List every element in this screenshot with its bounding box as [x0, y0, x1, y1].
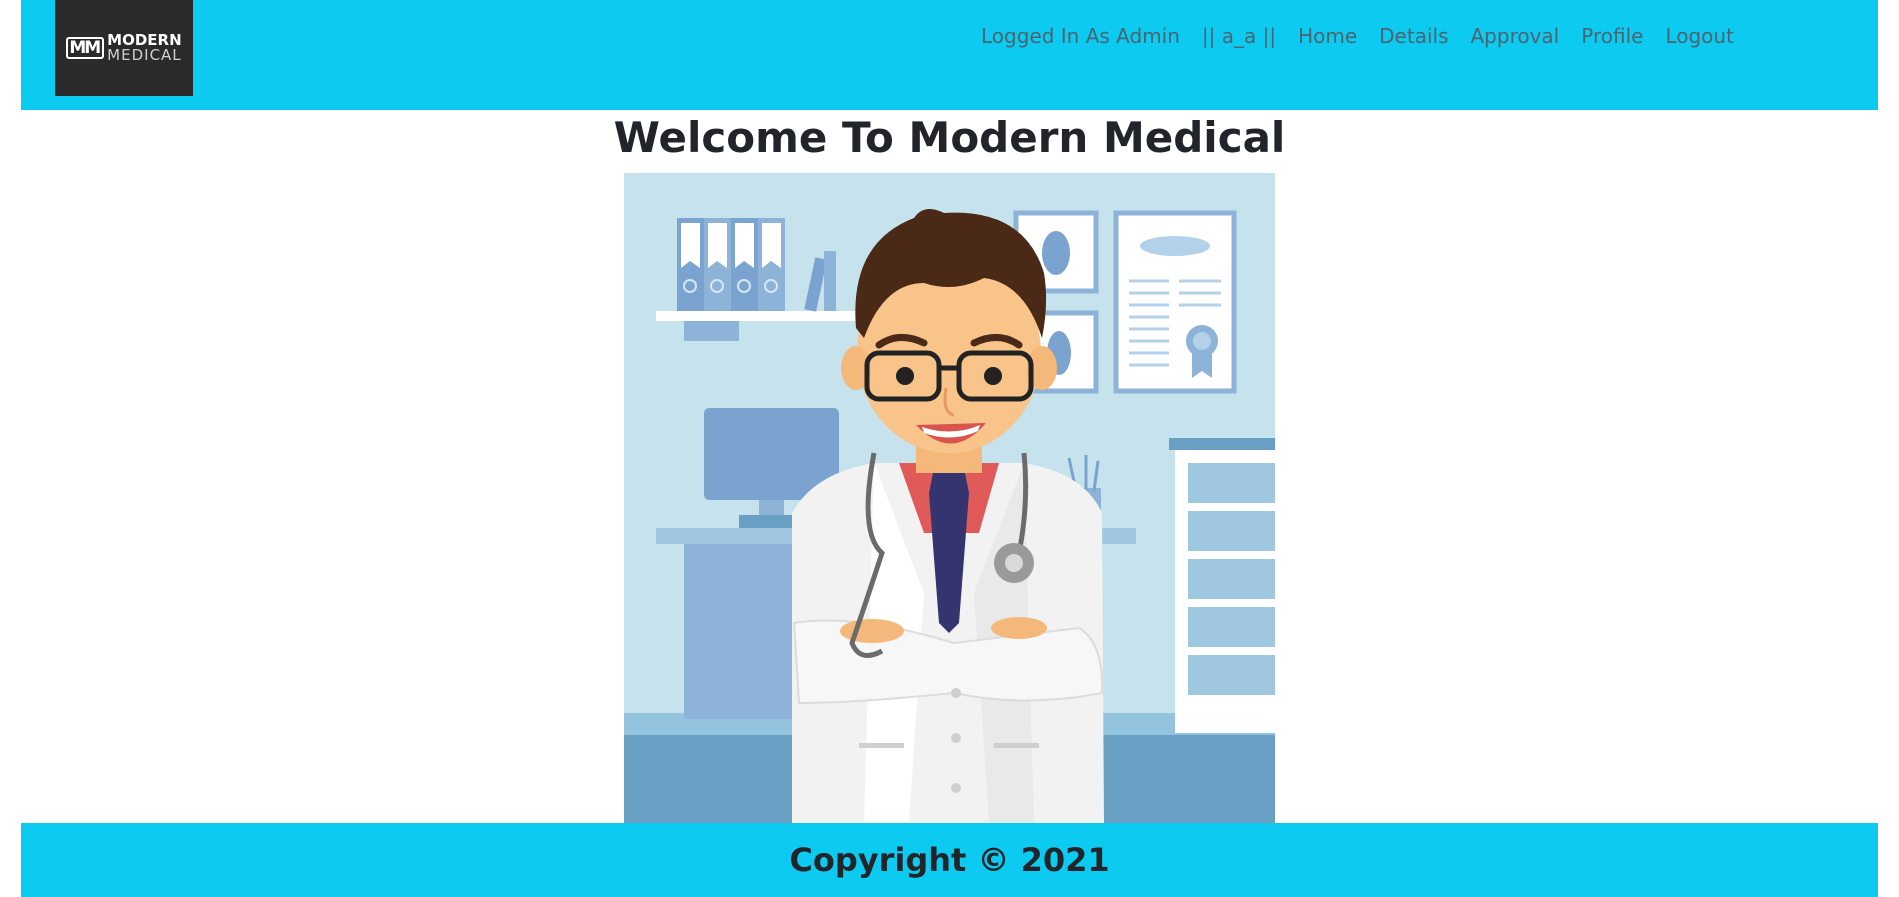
- footer: Copyright © 2021: [21, 823, 1878, 897]
- copyright-text: Copyright © 2021: [789, 841, 1110, 879]
- nav-details-link[interactable]: Details: [1379, 23, 1448, 49]
- brand-mark: MM: [66, 37, 105, 59]
- nav-links: Logged In As Admin || a_a || Home Detail…: [981, 23, 1756, 49]
- page: MM MODERN MEDICAL Logged In As Admin || …: [0, 0, 1899, 897]
- doctor-illustration: [624, 173, 1275, 823]
- nav-home-link[interactable]: Home: [1298, 23, 1357, 49]
- brand-line2: MEDICAL: [107, 46, 182, 64]
- welcome-heading: Welcome To Modern Medical: [613, 113, 1286, 162]
- nav-profile-link[interactable]: Profile: [1581, 23, 1643, 49]
- current-user: || a_a ||: [1201, 24, 1277, 48]
- login-status: Logged In As Admin: [981, 24, 1180, 48]
- nav-logout-link[interactable]: Logout: [1665, 23, 1733, 49]
- nav-approval-link[interactable]: Approval: [1471, 23, 1560, 49]
- brand-logo[interactable]: MM MODERN MEDICAL: [55, 0, 193, 96]
- brand-text: MODERN MEDICAL: [107, 33, 182, 63]
- navbar: MM MODERN MEDICAL Logged In As Admin || …: [21, 0, 1878, 110]
